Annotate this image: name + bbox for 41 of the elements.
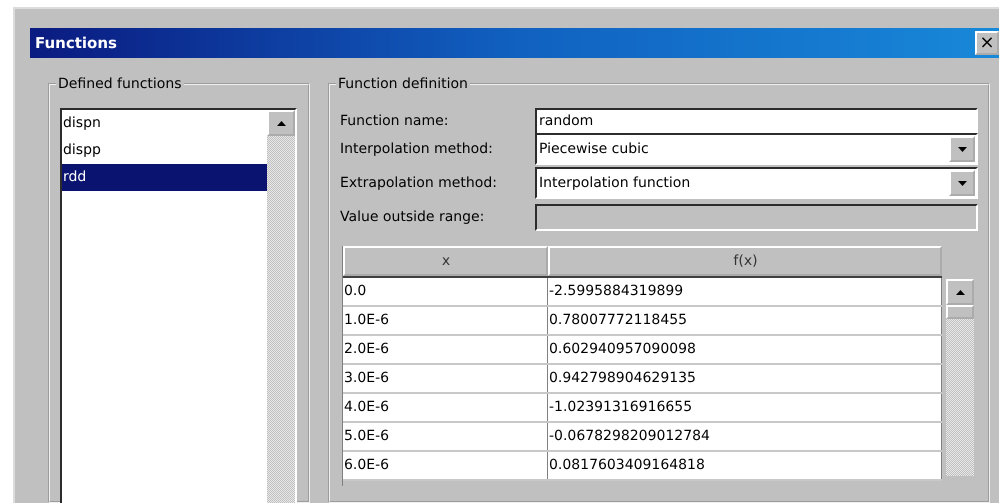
field-label: Extrapolation method: (340, 175, 498, 191)
table-cell: -1.02391316916655 (548, 394, 942, 421)
close-button[interactable]: × (975, 31, 999, 55)
caret-icon (958, 146, 966, 152)
scrollbar[interactable] (267, 110, 295, 503)
up-arrow-icon (956, 290, 964, 294)
list-item[interactable]: dispp (62, 137, 267, 164)
window-title: Functions (35, 34, 117, 52)
dropdown-value: Piecewise cubic (539, 140, 649, 158)
list-item[interactable]: rdd (62, 164, 267, 191)
table-cell: 0.0 (343, 278, 548, 305)
dropdown-button[interactable] (949, 136, 975, 162)
scroll-up-button[interactable] (267, 110, 295, 136)
table-cell: 5.0E-6 (343, 423, 548, 450)
column-header[interactable]: f(x) (548, 246, 942, 276)
table-cell: 6.0E-6 (343, 452, 548, 479)
dropdown-value: Interpolation function (539, 174, 690, 192)
table-cell: 0.0817603409164818 (548, 452, 942, 479)
table-cell: 2.0E-6 (343, 336, 548, 363)
table-cell: -0.0678298209012784 (548, 423, 942, 450)
field-label: Interpolation method: (340, 141, 494, 157)
table-cell: 3.0E-6 (343, 365, 548, 392)
table-cell: 0.78007772118455 (548, 307, 942, 334)
table-cell: 1.0E-6 (343, 307, 548, 334)
list-item[interactable]: dispn (62, 110, 267, 137)
table-cell: 4.0E-6 (343, 394, 548, 421)
table-cell: -2.5995884319899 (548, 278, 942, 305)
function-list[interactable]: dispn dispp rdd (60, 108, 297, 503)
table-cell: 0.942798904629135 (548, 365, 942, 392)
field-label: Function name: (340, 113, 450, 129)
input-field[interactable]: random (535, 108, 978, 134)
scroll-thumb[interactable] (946, 305, 974, 319)
column-header[interactable]: x (343, 246, 548, 276)
up-arrow-icon (276, 120, 286, 126)
dropdown-button[interactable] (949, 170, 975, 196)
field-label: Value outside range: (340, 209, 486, 225)
table-cell: 0.602940957090098 (548, 336, 942, 363)
scroll-up-button[interactable] (946, 279, 974, 305)
caret-icon (958, 180, 966, 186)
dropdown[interactable]: Piecewise cubic (535, 133, 978, 165)
dropdown[interactable]: Interpolation function (535, 167, 978, 199)
